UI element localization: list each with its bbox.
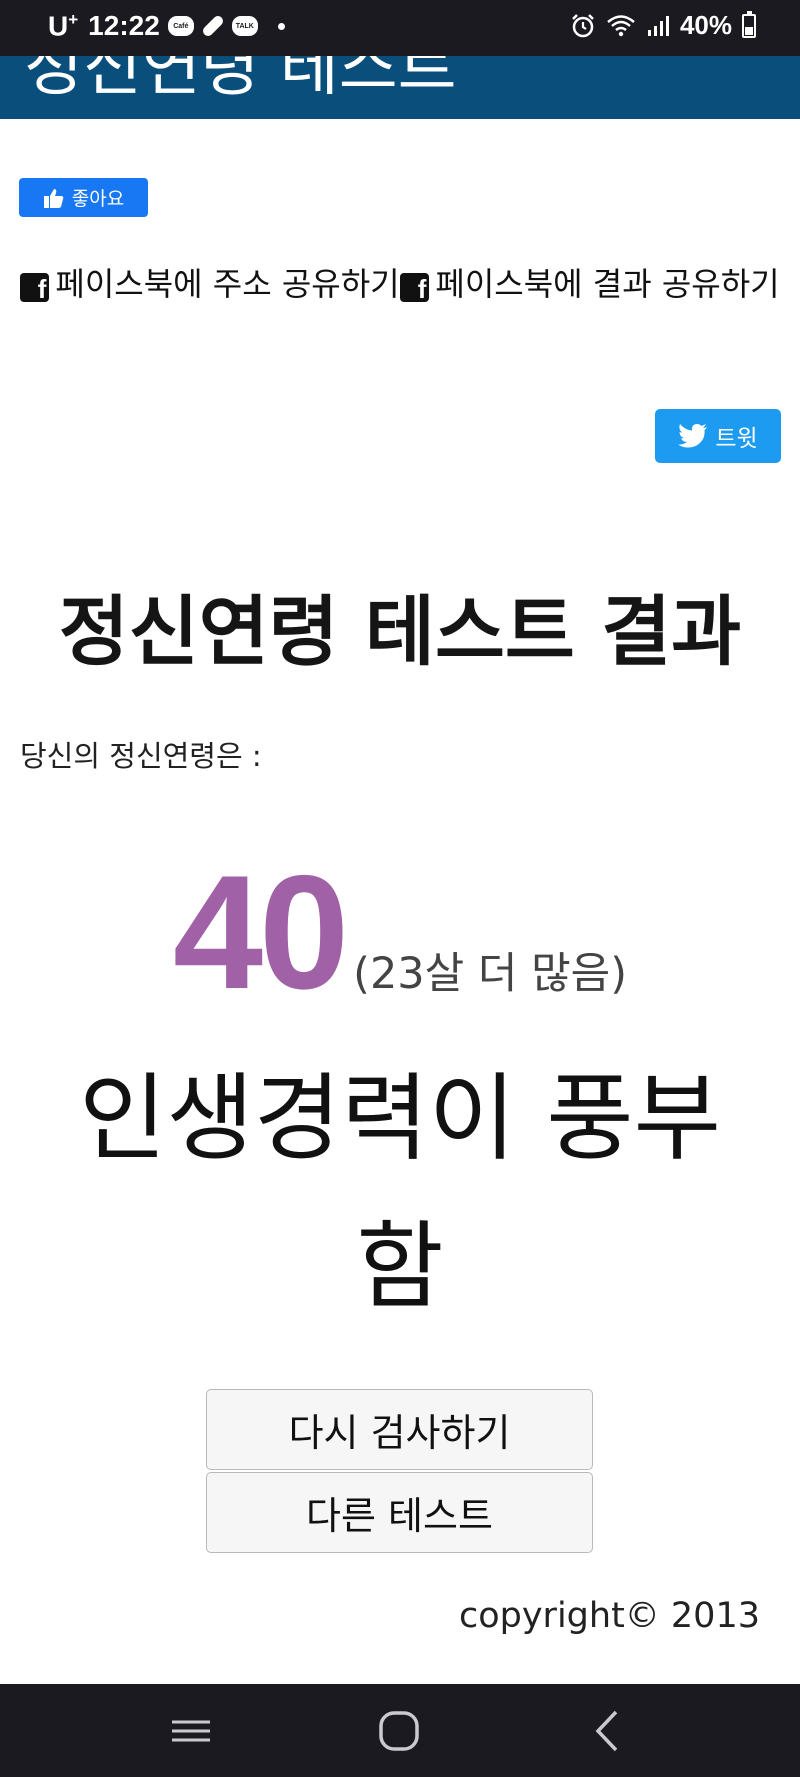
mental-age-value: 40 (172, 842, 349, 1023)
signal-icon (647, 15, 669, 36)
wifi-icon (607, 14, 635, 36)
page-title: 정신연령 테스트 (24, 56, 457, 105)
like-label: 좋아요 (71, 188, 125, 210)
home-icon (379, 1710, 419, 1751)
age-result: 40 (23살 더 많음) (0, 840, 800, 1026)
clock: 12:22 (88, 10, 160, 42)
battery-icon (742, 10, 756, 38)
recent-apps-icon (172, 1720, 210, 1741)
pill-notification-icon (200, 14, 225, 39)
share-result-label: 페이스북에 결과 공유하기 (435, 265, 780, 303)
navigation-bar (0, 1684, 800, 1777)
result-description: 인생경력이 풍부함 (79, 1064, 721, 1322)
twitter-bird-icon (678, 423, 708, 447)
recent-apps-button[interactable] (131, 1684, 251, 1777)
alarm-icon (572, 13, 594, 37)
retry-test-button[interactable]: 다시 검사하기 (206, 1389, 593, 1470)
other-tests-button[interactable]: 다른 테스트 (206, 1472, 593, 1553)
kakaotalk-notification-icon: TALK (231, 16, 258, 37)
facebook-icon: f (400, 273, 430, 304)
home-button[interactable] (339, 1684, 459, 1777)
facebook-icon: f (20, 273, 50, 304)
battery-percent: 40% (679, 10, 732, 40)
status-left: U+ 12:22 Café TALK (48, 10, 285, 42)
result-intro: 당신의 정신연령은 : (20, 739, 262, 773)
thumbs-up-icon (43, 188, 64, 208)
page-header: 정신연령 테스트 (0, 56, 800, 119)
result-title: 정신연령 테스트 결과 (58, 587, 742, 676)
share-result-facebook-link[interactable]: f 페이스북에 결과 공유하기 (400, 260, 780, 308)
back-icon (595, 1710, 618, 1751)
age-difference: (23살 더 많음) (353, 949, 628, 999)
tweet-label: 트윗 (715, 426, 758, 452)
back-button[interactable] (547, 1684, 667, 1777)
tweet-button[interactable]: 트윗 (655, 409, 781, 463)
more-notifications-icon (277, 22, 285, 30)
status-bar: U+ 12:22 Café TALK 40% (0, 0, 800, 56)
status-right: 40% (570, 10, 756, 41)
carrier-label: U+ (48, 10, 79, 42)
cafe-notification-icon: Café (167, 16, 194, 37)
copyright: copyright© 2013 (458, 1596, 760, 1636)
share-address-facebook-link[interactable]: f 페이스북에 주소 공유하기 (20, 260, 400, 308)
share-address-label: 페이스북에 주소 공유하기 (55, 265, 400, 303)
facebook-like-button[interactable]: 좋아요 (19, 178, 148, 217)
